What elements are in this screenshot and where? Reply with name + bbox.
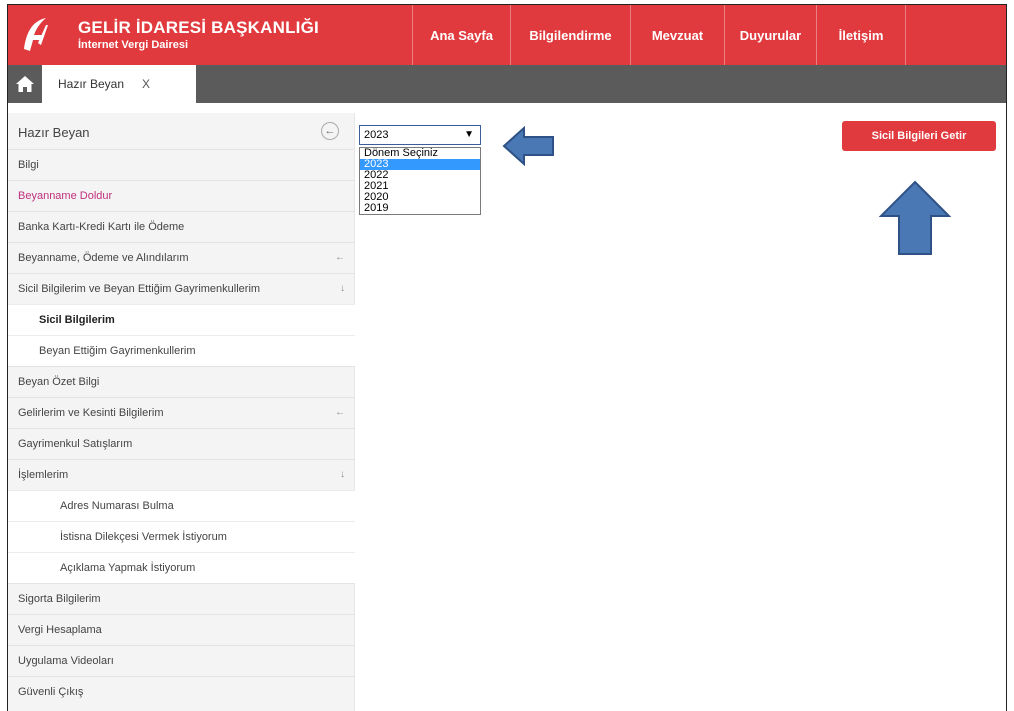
sidebar-item-label: Vergi Hesaplama [18,624,102,636]
sidebar-item-label: Banka Kartı-Kredi Kartı ile Ödeme [18,221,185,233]
home-button[interactable] [8,65,42,103]
sidebar-item-bilgi[interactable]: Bilgi [8,149,355,180]
sidebar-item-aciklama[interactable]: Açıklama Yapmak İstiyorum [8,552,355,583]
tab-hazir-beyan[interactable]: Hazır Beyan X [42,65,196,103]
nav-iletisim[interactable]: İletişim [816,5,906,65]
period-option[interactable]: 2019 [360,203,480,214]
sidebar-item-uygulama-videolari[interactable]: Uygulama Videoları [8,645,355,676]
sidebar-item-beyanname-doldur[interactable]: Beyanname Doldur [8,180,355,211]
gib-logo-icon[interactable] [18,13,52,55]
collapse-arrow-icon: ↓ [340,283,345,294]
sidebar-item-label: Sicil Bilgilerim ve Beyan Ettiğim Gayrim… [18,283,261,295]
expand-arrow-icon: ← [335,407,345,418]
tab-bar: Hazır Beyan X [8,65,1006,103]
sidebar-item-islemlerim[interactable]: İşlemlerim ↓ [8,459,355,490]
period-options-list: Dönem Seçiniz 2023 2022 2021 2020 2019 [359,147,481,215]
expand-arrow-icon: ← [335,252,345,263]
sidebar-item-sigorta[interactable]: Sigorta Bilgilerim [8,583,355,614]
sicil-bilgileri-getir-button[interactable]: Sicil Bilgileri Getir [842,121,996,151]
sidebar-item-label: İstisna Dilekçesi Vermek İstiyorum [60,531,227,543]
brand-subtitle: İnternet Vergi Dairesi [78,39,189,51]
sidebar-item-label: Uygulama Videoları [18,655,114,667]
sidebar-item-adres-numarasi[interactable]: Adres Numarası Bulma [8,490,355,521]
sidebar-item-label: Açıklama Yapmak İstiyorum [60,562,196,574]
sidebar-item-vergi-hesaplama[interactable]: Vergi Hesaplama [8,614,355,645]
sidebar-menu: Bilgi Beyanname Doldur Banka Kartı-Kredi… [8,149,355,707]
tab-close-button[interactable]: X [142,77,150,91]
sidebar-item-istisna-dilekce[interactable]: İstisna Dilekçesi Vermek İstiyorum [8,521,355,552]
sidebar-item-label: Sigorta Bilgilerim [18,593,101,605]
nav-mevzuat[interactable]: Mevzuat [630,5,724,65]
sidebar-item-label: Beyanname, Ödeme ve Alındılarım [18,252,189,264]
tab-label: Hazır Beyan [58,77,125,91]
nav-ana-sayfa[interactable]: Ana Sayfa [412,5,510,65]
annotation-arrow-left-icon [502,126,554,166]
period-dropdown: 2023 ▼ Dönem Seçiniz 2023 2022 2021 2020… [359,125,481,215]
nav-duyurular[interactable]: Duyurular [724,5,816,65]
period-select[interactable]: 2023 ▼ [359,125,481,145]
collapse-arrow-icon: ↓ [340,469,345,480]
sidebar-item-label: Beyan Ettiğim Gayrimenkullerim [39,345,196,357]
sidebar-item-label: Beyan Özet Bilgi [18,376,100,388]
annotation-arrow-up-icon [879,180,951,255]
header-bar: GELİR İDARESİ BAŞKANLIĞI İnternet Vergi … [8,5,1006,65]
sidebar-item-sicil-bilgilerim[interactable]: Sicil Bilgilerim [8,304,355,335]
sidebar-item-label: Güvenli Çıkış [18,686,84,698]
sidebar-item-beyan-ozet[interactable]: Beyan Özet Bilgi [8,366,355,397]
sidebar-item-label: Beyanname Doldur [18,190,113,202]
sidebar-item-label: Bilgi [18,159,39,171]
sidebar-item-gayrimenkul-satis[interactable]: Gayrimenkul Satışlarım [8,428,355,459]
period-select-value: 2023 [364,129,389,141]
sidebar-item-label: İşlemlerim [18,469,69,481]
sidebar-item-label: Sicil Bilgilerim [39,314,115,326]
browser-frame: GELİR İDARESİ BAŞKANLIĞI İnternet Vergi … [7,4,1007,711]
sidebar-item-label: Adres Numarası Bulma [60,500,174,512]
sidebar-item-sicil-gayrimenkul[interactable]: Sicil Bilgilerim ve Beyan Ettiğim Gayrim… [8,273,355,304]
sidebar-item-label: Gayrimenkul Satışlarım [18,438,133,450]
sidebar-collapse-icon[interactable]: ← [321,122,339,140]
nav-bilgilendirme[interactable]: Bilgilendirme [510,5,630,65]
sidebar: Hazır Beyan ← Bilgi Beyanname Doldur Ban… [8,113,355,711]
sidebar-item-gelir-kesinti[interactable]: Gelirlerim ve Kesinti Bilgilerim ← [8,397,355,428]
sidebar-item-beyan-gayrimenkul[interactable]: Beyan Ettiğim Gayrimenkullerim [8,335,355,366]
brand-title[interactable]: GELİR İDARESİ BAŞKANLIĞI [78,18,319,38]
chevron-down-icon: ▼ [464,129,474,140]
main-nav: Ana Sayfa Bilgilendirme Mevzuat Duyurula… [412,5,906,65]
sidebar-item-beyanname-odeme-alindilar[interactable]: Beyanname, Ödeme ve Alındılarım ← [8,242,355,273]
sidebar-item-label: Gelirlerim ve Kesinti Bilgilerim [18,407,164,419]
sidebar-item-guvenli-cikis[interactable]: Güvenli Çıkış [8,676,355,707]
sidebar-item-kart-odeme[interactable]: Banka Kartı-Kredi Kartı ile Ödeme [8,211,355,242]
sidebar-title: Hazır Beyan [18,125,90,140]
home-icon [16,76,34,92]
